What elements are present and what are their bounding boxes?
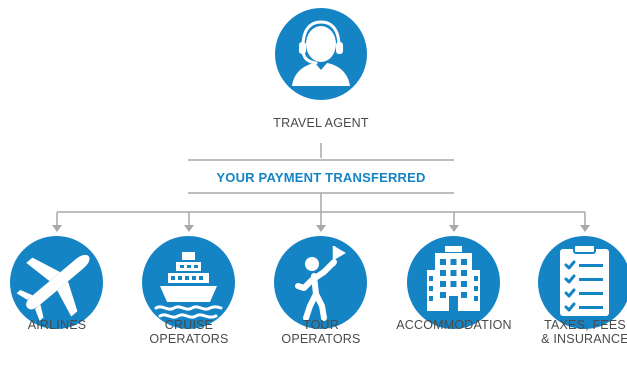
- payment-transferred-label: YOUR PAYMENT TRANSFERRED: [216, 170, 426, 185]
- cruise-ship-icon: [142, 236, 235, 329]
- recipient-label-taxes: TAXES, FEES & INSURANCE: [541, 318, 627, 346]
- arrowhead-tour: [316, 225, 326, 232]
- arrowhead-taxes: [580, 225, 590, 232]
- arrowhead-airlines: [52, 225, 62, 232]
- arrowhead-accommodation: [449, 225, 459, 232]
- airplane-icon: [10, 236, 103, 329]
- arrowhead-cruise: [184, 225, 194, 232]
- recipient-label-tour: TOUR OPERATORS: [281, 318, 361, 346]
- checklist-icon: [538, 236, 627, 329]
- recipient-label-airlines: AIRLINES: [27, 318, 87, 332]
- hotel-building-icon: [407, 236, 500, 329]
- agent-label: TRAVEL AGENT: [273, 116, 369, 130]
- headset-agent-icon: [275, 8, 367, 100]
- payment-flow-diagram: TRAVEL AGENT YOUR PAYMENT TRANSFERRED AI…: [0, 0, 627, 367]
- recipient-label-accommodation: ACCOMMODATION: [396, 318, 512, 332]
- tour-guide-flag-icon: [274, 236, 367, 329]
- recipient-label-cruise: CRUISE OPERATORS: [149, 318, 229, 346]
